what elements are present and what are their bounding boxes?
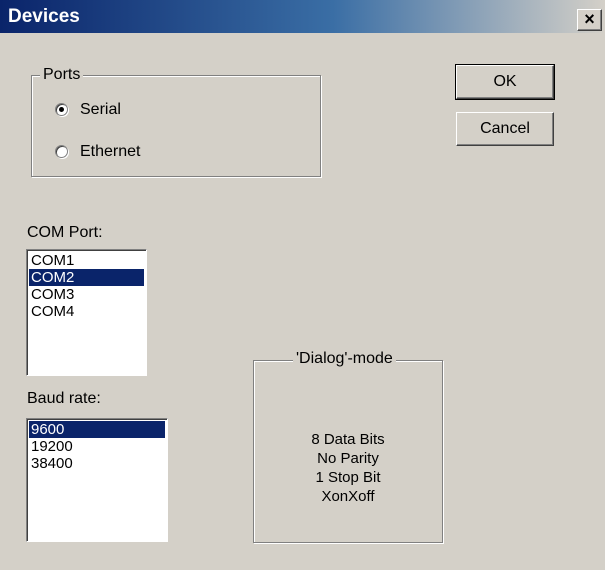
com-port-listbox[interactable]: COM1 COM2 COM3 COM4 [26, 249, 147, 376]
baud-rate-label: Baud rate: [27, 390, 101, 407]
radio-selected-dot [59, 107, 64, 112]
cancel-button[interactable]: Cancel [456, 112, 554, 146]
list-item[interactable]: COM4 [29, 303, 144, 320]
data-bits-text: 8 Data Bits [311, 431, 385, 448]
ports-group [31, 75, 321, 177]
cancel-button-label: Cancel [480, 120, 530, 137]
close-icon: × [584, 9, 595, 29]
ethernet-radio-label: Ethernet [80, 143, 141, 160]
flow-control-text: XonXoff [321, 488, 375, 505]
window-title: Devices [8, 6, 80, 27]
list-item[interactable]: 38400 [29, 455, 165, 472]
parity-text: No Parity [317, 450, 379, 467]
ok-button[interactable]: OK [455, 64, 555, 100]
devices-dialog: Devices × Ports Serial Ethernet OK Cance… [0, 0, 605, 570]
ports-legend: Ports [40, 66, 84, 84]
serial-radio-label: Serial [80, 101, 121, 118]
ethernet-radio[interactable] [55, 145, 68, 158]
list-item[interactable]: COM3 [29, 286, 144, 303]
close-button[interactable]: × [577, 9, 602, 31]
list-item-selected[interactable]: COM2 [29, 269, 144, 286]
list-item-selected[interactable]: 9600 [29, 421, 165, 438]
dialog-mode-settings: 8 Data Bits No Parity 1 Stop Bit XonXoff [253, 430, 443, 506]
ok-button-label: OK [493, 73, 517, 90]
com-port-label: COM Port: [27, 224, 103, 241]
stop-bit-text: 1 Stop Bit [315, 469, 381, 486]
dialog-mode-legend: 'Dialog'-mode [293, 350, 396, 368]
list-item[interactable]: COM1 [29, 252, 144, 269]
serial-radio[interactable] [55, 103, 68, 116]
baud-rate-listbox[interactable]: 9600 19200 38400 [26, 418, 168, 542]
title-bar[interactable]: Devices × [0, 0, 605, 33]
list-item[interactable]: 19200 [29, 438, 165, 455]
